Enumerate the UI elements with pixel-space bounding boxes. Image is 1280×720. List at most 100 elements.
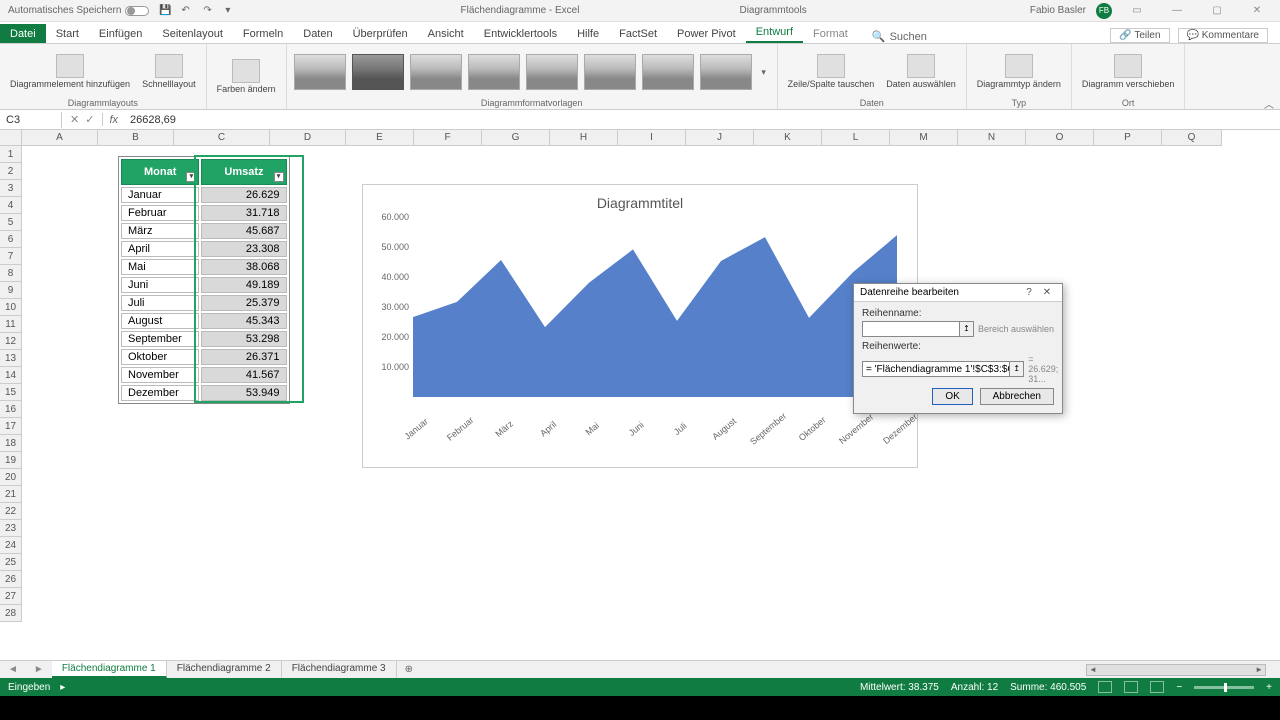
row-header[interactable]: 15 xyxy=(0,384,22,401)
share-button[interactable]: 🔗 Teilen xyxy=(1110,28,1169,43)
view-page-layout-icon[interactable] xyxy=(1124,681,1138,693)
chart-style-thumb[interactable] xyxy=(642,54,694,90)
table-cell[interactable]: 41.567 xyxy=(201,367,286,383)
column-header[interactable]: A xyxy=(22,130,98,146)
table-header[interactable]: Umsatz▾ xyxy=(201,159,286,185)
chart-style-thumb[interactable] xyxy=(700,54,752,90)
table-cell[interactable]: Januar xyxy=(121,187,199,203)
quick-layout-button[interactable]: Schnelllayout xyxy=(138,52,200,92)
undo-icon[interactable]: ↶ xyxy=(181,5,193,17)
add-sheet-icon[interactable]: ⊕ xyxy=(397,664,421,675)
range-picker-icon[interactable]: ↥ xyxy=(1009,362,1023,376)
sheet-tab[interactable]: Flächendiagramme 3 xyxy=(282,661,397,678)
row-header[interactable]: 28 xyxy=(0,605,22,622)
table-cell[interactable]: Juni xyxy=(121,277,199,293)
row-header[interactable]: 4 xyxy=(0,197,22,214)
formula-input[interactable]: 26628,69 xyxy=(124,112,1280,128)
dialog-help-icon[interactable]: ? xyxy=(1020,287,1038,298)
tab-einfügen[interactable]: Einfügen xyxy=(89,24,152,43)
ribbon-display-icon[interactable]: ▭ xyxy=(1122,3,1152,19)
close-icon[interactable]: ✕ xyxy=(1242,3,1272,19)
table-header[interactable]: Monat▾ xyxy=(121,159,199,185)
column-header[interactable]: G xyxy=(482,130,550,146)
table-cell[interactable]: September xyxy=(121,331,199,347)
dialog-close-icon[interactable]: ✕ xyxy=(1038,287,1056,298)
table-cell[interactable]: Juli xyxy=(121,295,199,311)
chart-title[interactable]: Diagrammtitel xyxy=(377,195,903,211)
gallery-more-icon[interactable]: ▾ xyxy=(757,67,771,78)
horizontal-scrollbar[interactable] xyxy=(1086,664,1266,676)
comments-button[interactable]: 💬 Kommentare xyxy=(1178,28,1268,43)
column-header[interactable]: F xyxy=(414,130,482,146)
qat-dropdown-icon[interactable]: ▾ xyxy=(225,5,237,17)
range-picker-icon[interactable]: ↥ xyxy=(959,322,973,336)
ok-button[interactable]: OK xyxy=(932,388,972,405)
tab-seitenlayout[interactable]: Seitenlayout xyxy=(152,24,233,43)
macro-record-icon[interactable]: ▸ xyxy=(60,682,65,693)
tab-power pivot[interactable]: Power Pivot xyxy=(667,24,746,43)
row-header[interactable]: 6 xyxy=(0,231,22,248)
table-cell[interactable]: April xyxy=(121,241,199,257)
table-cell[interactable]: Februar xyxy=(121,205,199,221)
table-cell[interactable]: Mai xyxy=(121,259,199,275)
chart-styles-gallery[interactable]: ▾ xyxy=(293,46,771,98)
row-header[interactable]: 24 xyxy=(0,537,22,554)
table-cell[interactable]: März xyxy=(121,223,199,239)
tab-formeln[interactable]: Formeln xyxy=(233,24,293,43)
tab-entwicklertools[interactable]: Entwicklertools xyxy=(474,24,567,43)
tab-hilfe[interactable]: Hilfe xyxy=(567,24,609,43)
add-chart-element-button[interactable]: Diagrammelement hinzufügen xyxy=(6,52,134,92)
table-cell[interactable]: 26.371 xyxy=(201,349,286,365)
row-header[interactable]: 22 xyxy=(0,503,22,520)
switch-row-col-button[interactable]: Zeile/Spalte tauschen xyxy=(784,52,879,92)
table-cell[interactable]: Dezember xyxy=(121,385,199,401)
column-header[interactable]: K xyxy=(754,130,822,146)
column-header[interactable]: H xyxy=(550,130,618,146)
row-header[interactable]: 9 xyxy=(0,282,22,299)
table-cell[interactable]: 38.068 xyxy=(201,259,286,275)
chart-object[interactable]: Diagrammtitel 10.00020.00030.00040.00050… xyxy=(362,184,918,468)
chart-style-thumb[interactable] xyxy=(294,54,346,90)
tab-format[interactable]: Format xyxy=(803,24,858,43)
select-data-button[interactable]: Daten auswählen xyxy=(882,52,960,92)
minimize-icon[interactable]: — xyxy=(1162,3,1192,19)
maximize-icon[interactable]: ▢ xyxy=(1202,3,1232,19)
tab-überprüfen[interactable]: Überprüfen xyxy=(343,24,418,43)
select-all-corner[interactable] xyxy=(0,130,22,146)
sheet-nav-prev-icon[interactable]: ◄ xyxy=(0,664,26,675)
column-header[interactable]: E xyxy=(346,130,414,146)
row-header[interactable]: 7 xyxy=(0,248,22,265)
tab-factset[interactable]: FactSet xyxy=(609,24,667,43)
chart-style-thumb[interactable] xyxy=(584,54,636,90)
table-cell[interactable]: 45.687 xyxy=(201,223,286,239)
row-header[interactable]: 11 xyxy=(0,316,22,333)
row-header[interactable]: 21 xyxy=(0,486,22,503)
row-header[interactable]: 16 xyxy=(0,401,22,418)
row-header[interactable]: 25 xyxy=(0,554,22,571)
row-header[interactable]: 23 xyxy=(0,520,22,537)
chart-style-thumb[interactable] xyxy=(468,54,520,90)
row-header[interactable]: 5 xyxy=(0,214,22,231)
search-box[interactable]: 🔍 Suchen xyxy=(872,30,927,43)
view-normal-icon[interactable] xyxy=(1098,681,1112,693)
chart-style-thumb[interactable] xyxy=(526,54,578,90)
row-header[interactable]: 10 xyxy=(0,299,22,316)
chart-style-thumb[interactable] xyxy=(410,54,462,90)
row-header[interactable]: 2 xyxy=(0,163,22,180)
table-cell[interactable]: 31.718 xyxy=(201,205,286,221)
sheet-tab[interactable]: Flächendiagramme 1 xyxy=(52,661,167,678)
move-chart-button[interactable]: Diagramm verschieben xyxy=(1078,52,1179,92)
column-header[interactable]: Q xyxy=(1162,130,1222,146)
tab-daten[interactable]: Daten xyxy=(293,24,342,43)
row-header[interactable]: 8 xyxy=(0,265,22,282)
row-header[interactable]: 20 xyxy=(0,469,22,486)
column-header[interactable]: L xyxy=(822,130,890,146)
cancel-formula-icon[interactable]: ✕ xyxy=(70,113,79,126)
user-avatar[interactable]: FB xyxy=(1096,3,1112,19)
zoom-in-icon[interactable]: + xyxy=(1266,682,1272,693)
table-cell[interactable]: 26.629 xyxy=(201,187,286,203)
row-header[interactable]: 27 xyxy=(0,588,22,605)
table-cell[interactable]: 53.298 xyxy=(201,331,286,347)
zoom-slider[interactable] xyxy=(1194,686,1254,689)
tab-file[interactable]: Datei xyxy=(0,24,46,43)
